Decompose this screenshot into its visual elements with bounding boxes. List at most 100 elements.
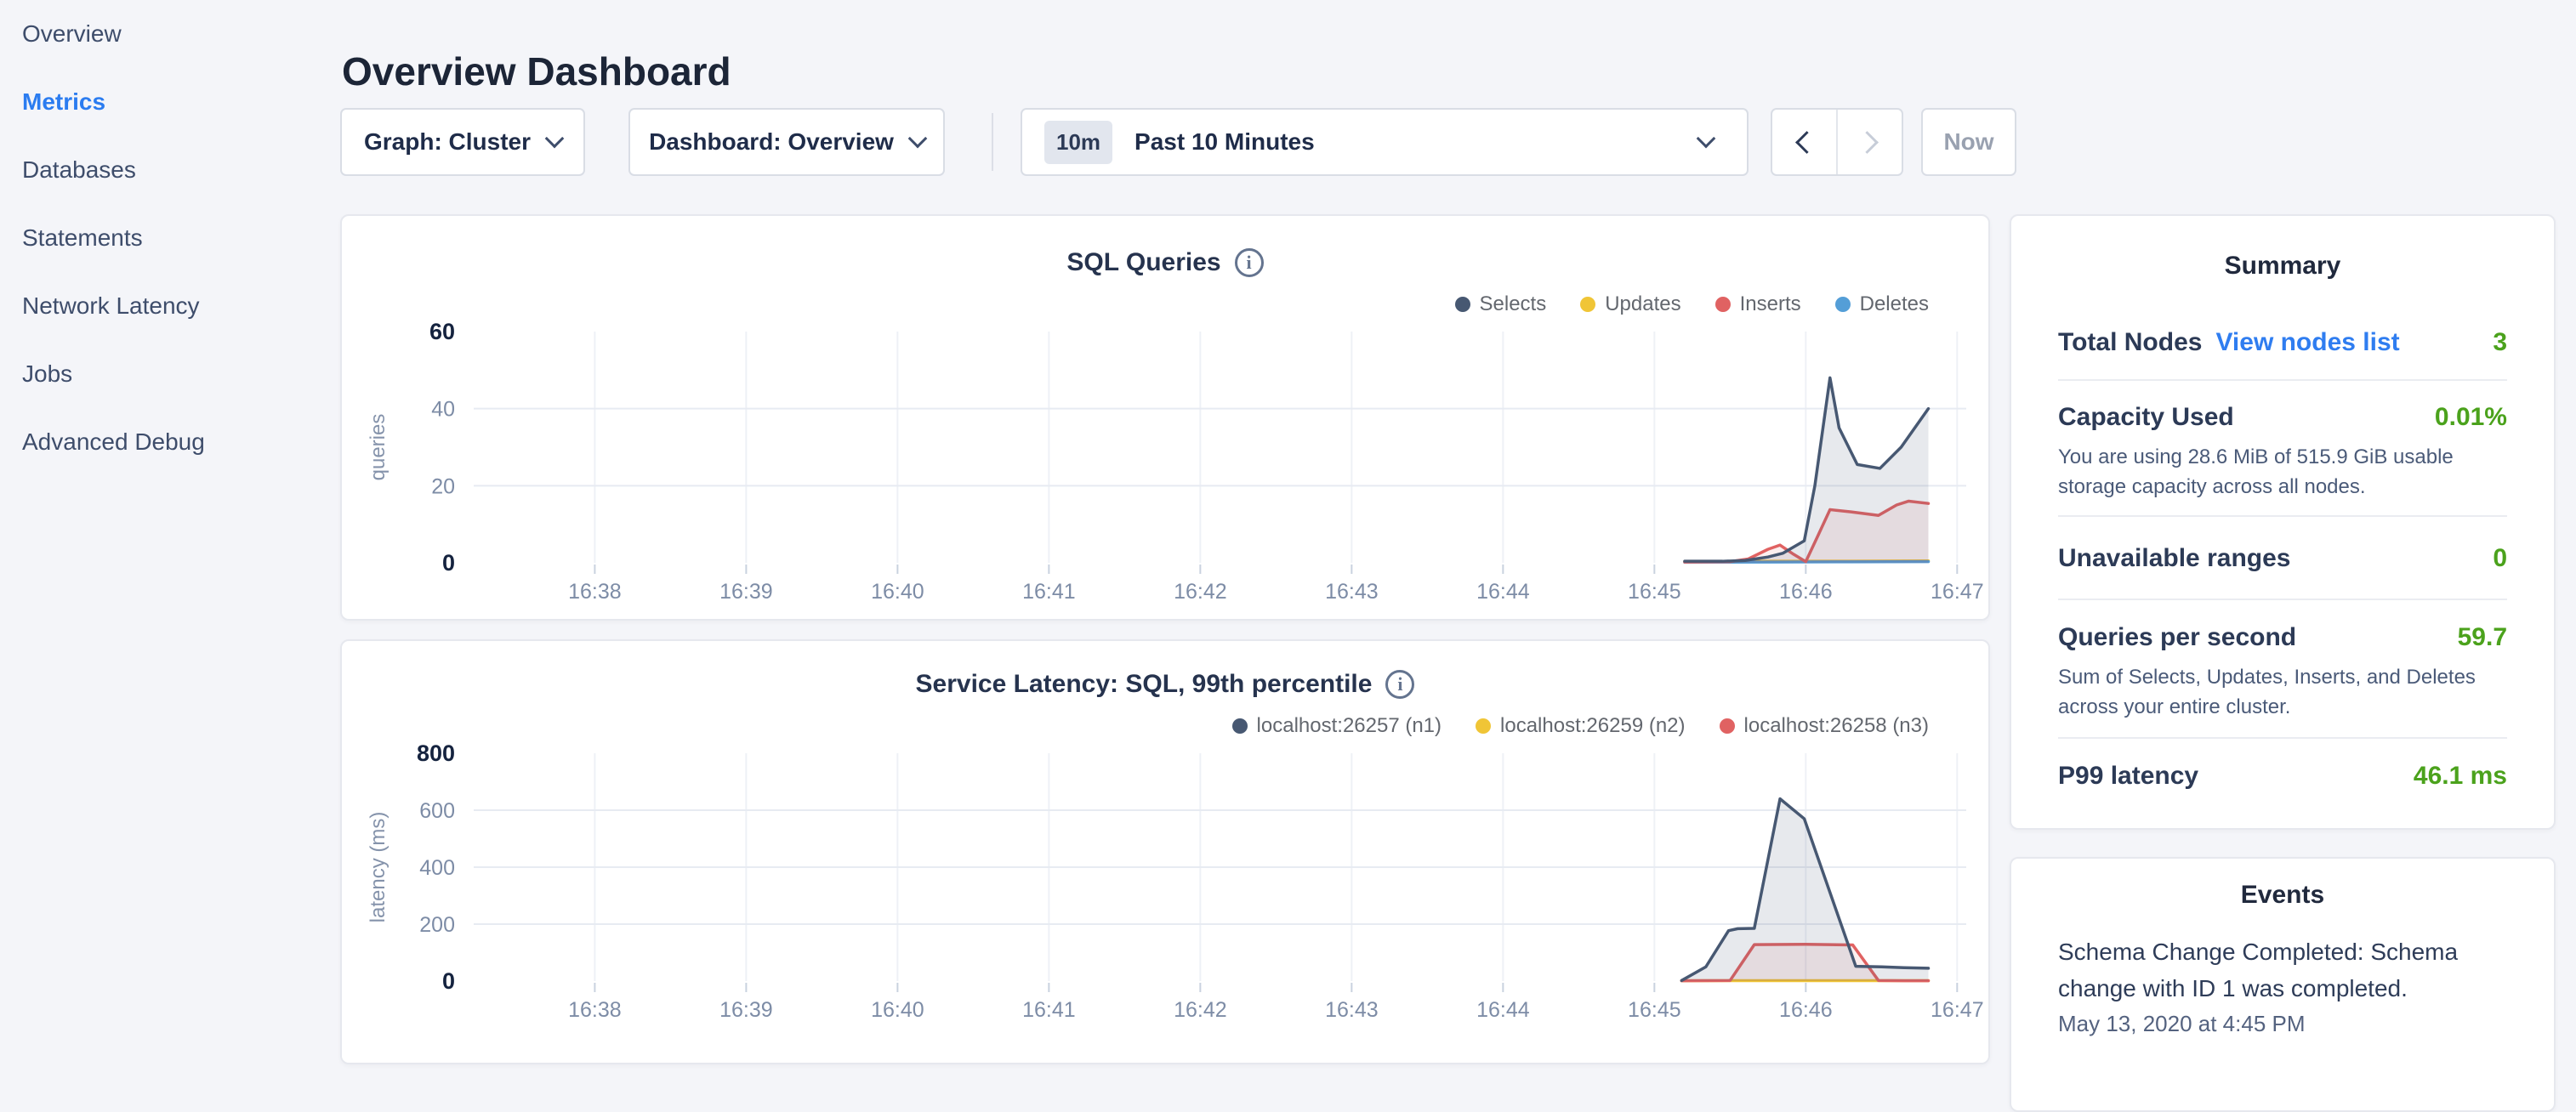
svg-text:16:40: 16:40 [871,998,924,1022]
legend-item: localhost:26257 (n1) [1232,714,1442,738]
sql-queries-chart-card: 16:3816:3916:4016:4116:4216:4316:4416:45… [340,214,1990,621]
svg-text:16:38: 16:38 [568,580,622,604]
svg-text:16:46: 16:46 [1779,580,1833,604]
svg-text:16:44: 16:44 [1476,580,1530,604]
legend-dot-icon [1455,297,1470,312]
info-icon[interactable]: i [1385,670,1414,699]
svg-text:16:44: 16:44 [1476,998,1530,1022]
chart-legend: localhost:26257 (n1) localhost:26259 (n2)… [1232,714,1929,738]
events-panel-title: Events [2011,881,2554,910]
svg-text:16:46: 16:46 [1779,998,1833,1022]
chevron-down-icon [545,129,565,149]
summary-row-description: You are using 28.6 MiB of 515.9 GiB usab… [2058,442,2507,502]
legend-dot-icon [1720,718,1735,734]
summary-row-label: Total Nodes [2058,328,2202,357]
summary-row-value: 0 [2493,544,2507,573]
svg-text:16:42: 16:42 [1174,998,1227,1022]
next-interval-button[interactable] [1838,110,1902,174]
legend-item: Selects [1455,292,1547,316]
legend-dot-icon [1476,718,1491,734]
summary-row-label: P99 latency [2058,762,2198,791]
service-latency-chart-card: 16:3816:3916:4016:4116:4216:4316:4416:45… [340,639,1990,1064]
legend-dot-icon [1835,297,1851,312]
summary-row-unavailable-ranges: Unavailable ranges 0 [2058,515,2507,599]
svg-text:16:41: 16:41 [1022,580,1076,604]
summary-row-capacity-used: Capacity Used 0.01% You are using 28.6 M… [2058,379,2507,515]
summary-row-value: 59.7 [2458,623,2507,652]
chart-title: Service Latency: SQL, 99th percentile [916,670,1373,699]
svg-text:60: 60 [429,319,455,344]
graph-scope-dropdown[interactable]: Graph: Cluster [340,108,585,176]
sidebar-item-advanced-debug[interactable]: Advanced Debug [0,408,340,476]
sidebar-item-metrics[interactable]: Metrics [0,68,340,136]
svg-text:latency (ms): latency (ms) [367,812,390,923]
svg-text:16:47: 16:47 [1931,580,1984,604]
svg-text:16:43: 16:43 [1325,998,1379,1022]
summary-row-label: Capacity Used [2058,403,2234,432]
summary-row-label: Queries per second [2058,623,2296,652]
legend-label: localhost:26259 (n2) [1500,714,1685,738]
event-list-item: Schema Change Completed: Schema change w… [2011,910,2554,1039]
summary-row-total-nodes: Total Nodes View nodes list 3 [2058,281,2507,379]
dashboard-dropdown[interactable]: Dashboard: Overview [628,108,945,176]
sidebar-item-statements[interactable]: Statements [0,204,340,272]
svg-text:16:39: 16:39 [719,998,773,1022]
legend-label: localhost:26258 (n3) [1744,714,1929,738]
legend-item: localhost:26259 (n2) [1476,714,1685,738]
summary-row-label: Unavailable ranges [2058,544,2290,573]
toolbar-divider [992,113,993,171]
legend-label: Selects [1480,292,1547,316]
chevron-down-icon [1697,129,1716,149]
legend-item: Inserts [1715,292,1801,316]
chevron-left-icon [1795,131,1818,154]
event-text: Schema Change Completed: Schema change w… [2058,933,2507,1007]
summary-row-value: 0.01% [2435,403,2507,432]
legend-item: Deletes [1835,292,1929,316]
view-nodes-list-link[interactable]: View nodes list [2215,328,2399,357]
summary-row-p99-latency: P99 latency 46.1 ms [2058,737,2507,832]
svg-text:40: 40 [431,398,455,422]
svg-text:16:39: 16:39 [719,580,773,604]
summary-panel-title: Summary [2011,252,2554,281]
time-pager [1771,108,1903,176]
event-timestamp: May 13, 2020 at 4:45 PM [2058,1008,2507,1039]
info-icon[interactable]: i [1235,248,1264,277]
now-button-label: Now [1943,128,1993,156]
svg-text:200: 200 [419,913,455,937]
prev-interval-button[interactable] [1772,110,1836,174]
now-button[interactable]: Now [1921,108,2016,176]
svg-text:400: 400 [419,856,455,880]
summary-row-queries-per-second: Queries per second 59.7 Sum of Selects, … [2058,599,2507,737]
time-range-label: Past 10 Minutes [1134,128,1315,156]
legend-label: Deletes [1860,292,1929,316]
svg-text:queries: queries [367,414,390,481]
service-latency-chart-canvas[interactable]: 16:3816:3916:4016:4116:4216:4316:4416:45… [342,641,1992,1066]
svg-text:600: 600 [419,799,455,823]
legend-dot-icon [1715,297,1731,312]
sidebar-item-overview[interactable]: Overview [0,0,340,68]
sidebar-item-jobs[interactable]: Jobs [0,340,340,408]
svg-text:0: 0 [442,968,455,994]
legend-label: Updates [1605,292,1680,316]
summary-row-value: 3 [2493,328,2507,357]
sidebar-item-databases[interactable]: Databases [0,136,340,204]
sidebar-item-network-latency[interactable]: Network Latency [0,272,340,340]
legend-label: localhost:26257 (n1) [1257,714,1442,738]
legend-label: Inserts [1740,292,1801,316]
chart-legend: Selects Updates Inserts Deletes [1455,292,1930,316]
dashboard-dropdown-label: Dashboard: Overview [649,128,894,156]
chart-title: SQL Queries [1066,248,1220,277]
sidebar-nav: Overview Metrics Databases Statements Ne… [0,0,340,1051]
svg-text:16:41: 16:41 [1022,998,1076,1022]
summary-panel: Summary Total Nodes View nodes list 3 Ca… [2010,214,2556,830]
page-title: Overview Dashboard [342,48,731,94]
legend-item: localhost:26258 (n3) [1720,714,1929,738]
svg-text:0: 0 [442,550,455,576]
summary-row-description: Sum of Selects, Updates, Inserts, and De… [2058,662,2507,722]
events-panel: Events Schema Change Completed: Schema c… [2010,857,2556,1112]
svg-text:16:45: 16:45 [1628,998,1681,1022]
svg-text:16:40: 16:40 [871,580,924,604]
svg-text:16:42: 16:42 [1174,580,1227,604]
time-range-dropdown[interactable]: 10m Past 10 Minutes [1021,108,1749,176]
legend-dot-icon [1232,718,1248,734]
